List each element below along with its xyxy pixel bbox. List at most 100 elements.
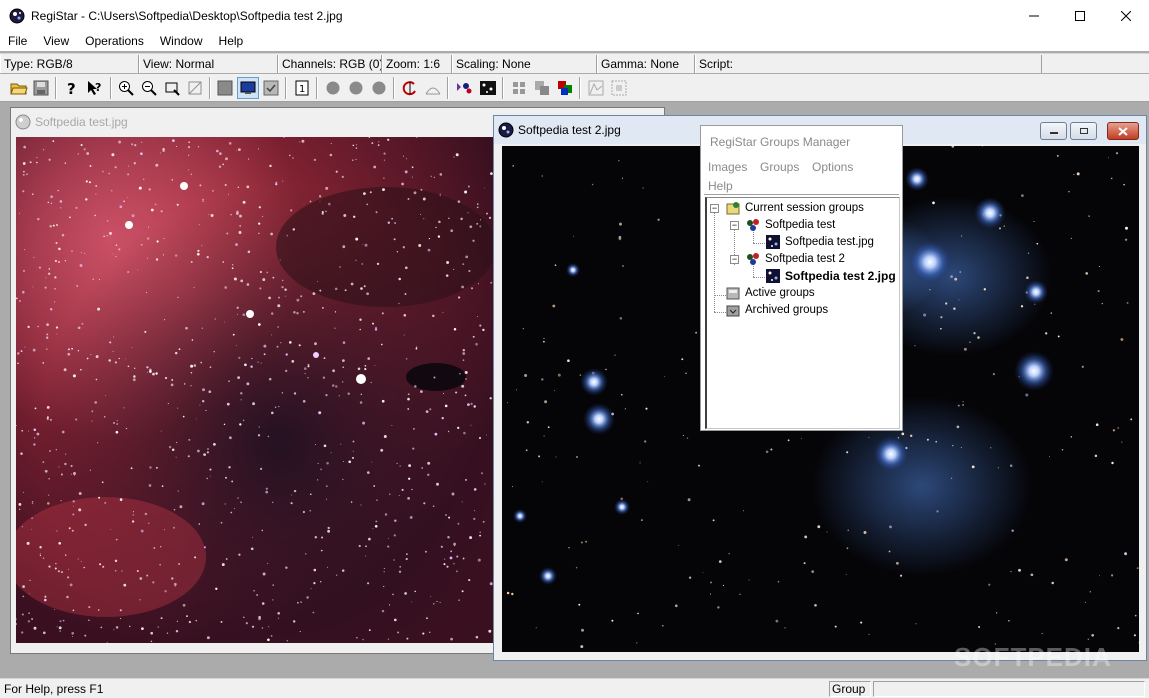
tree-collapse-group2[interactable]: − — [730, 255, 739, 264]
svg-text:1: 1 — [299, 84, 305, 95]
info-scaling: Scaling: None — [452, 54, 597, 73]
rotate-arrow-icon — [402, 81, 416, 96]
rgb-squares-icon — [558, 81, 572, 95]
view-monitor-button[interactable] — [237, 77, 259, 99]
gray-circle-icon — [326, 81, 340, 95]
zoom-out-button[interactable] — [138, 77, 160, 99]
image-window-icon — [15, 114, 31, 130]
image-window-icon — [498, 122, 514, 138]
help-question-icon: ? — [67, 80, 76, 96]
svg-text:?: ? — [67, 80, 76, 96]
menu-file[interactable]: File — [0, 34, 35, 48]
close-icon — [1121, 10, 1131, 21]
channel-green-button[interactable] — [345, 77, 367, 99]
tree-node-group-softpedia-test-2[interactable]: Softpedia test 2 — [745, 250, 845, 267]
view-normal-button[interactable] — [214, 77, 236, 99]
active-groups-icon — [726, 287, 740, 299]
menu-operations[interactable]: Operations — [77, 34, 152, 48]
curve-button[interactable] — [422, 77, 444, 99]
tree-node-image-softpedia-test[interactable]: Softpedia test.jpg — [765, 233, 874, 250]
info-view: View: Normal — [139, 54, 278, 73]
child-close-button[interactable] — [1107, 122, 1139, 140]
status-group-pane: Group — [829, 681, 871, 697]
groups-menu-groups[interactable]: Groups — [760, 160, 799, 174]
help-button[interactable]: ? — [60, 77, 82, 99]
grid-view-button[interactable] — [608, 77, 630, 99]
context-help-button[interactable]: ? — [84, 77, 106, 99]
document-info-icon: 1 — [295, 80, 309, 96]
zoom-in-icon — [119, 81, 134, 96]
channel-blue-button[interactable] — [368, 77, 390, 99]
check-frame-icon — [263, 80, 279, 96]
open-folder-icon — [10, 83, 28, 95]
curve-icon — [425, 87, 441, 95]
minimize-icon — [1049, 132, 1058, 134]
menu-window[interactable]: Window — [152, 34, 211, 48]
nebula-image[interactable] — [16, 137, 493, 643]
group-merge-button[interactable] — [531, 77, 553, 99]
save-disk-icon — [33, 80, 49, 96]
groups-menu-images[interactable]: Images — [708, 160, 747, 174]
zoom-in-button[interactable] — [115, 77, 137, 99]
dotted-grid-icon — [611, 80, 627, 96]
group-add-button[interactable] — [508, 77, 530, 99]
title-bar: RegiStar - C:\Users\Softpedia\Desktop\So… — [0, 0, 1149, 31]
window-title: RegiStar - C:\Users\Softpedia\Desktop\So… — [31, 8, 343, 23]
close-button[interactable] — [1103, 0, 1149, 31]
menu-view[interactable]: View — [35, 34, 77, 48]
context-help-icon: ? — [88, 81, 101, 95]
tree-node-active-groups[interactable]: Active groups — [725, 284, 815, 301]
info-script: Script: — [695, 54, 1042, 73]
info-type: Type: RGB/8 — [0, 54, 139, 73]
stars-align-icon — [457, 83, 472, 94]
groups-menu-help[interactable]: Help — [708, 179, 733, 193]
groups-folder-icon — [726, 201, 740, 214]
histogram-button[interactable] — [585, 77, 607, 99]
info-zoom: Zoom: 1:6 — [382, 54, 452, 73]
close-icon — [1118, 126, 1128, 136]
image-thumbnail-icon — [766, 234, 780, 249]
star-field-icon — [480, 81, 496, 95]
gray-circle-icon — [349, 81, 363, 95]
menu-bar: File View Operations Window Help — [0, 31, 1149, 51]
maximize-button[interactable] — [1057, 0, 1103, 31]
menu-help[interactable]: Help — [211, 34, 252, 48]
gray-square-icon — [217, 80, 233, 96]
grid-gray-icon — [513, 82, 525, 94]
restore-icon — [1079, 128, 1088, 134]
status-empty-pane — [873, 681, 1145, 697]
channel-red-button[interactable] — [322, 77, 344, 99]
tree-collapse-current[interactable]: − — [710, 204, 719, 213]
open-button[interactable] — [8, 77, 30, 99]
tree-node-archived-groups[interactable]: Archived groups — [725, 301, 828, 318]
minimize-button[interactable] — [1011, 0, 1057, 31]
stack-button[interactable] — [477, 77, 499, 99]
align-button[interactable] — [453, 77, 475, 99]
gray-circle-icon — [372, 81, 386, 95]
color-combine-button[interactable] — [554, 77, 576, 99]
groups-manager-panel[interactable]: RegiStar Groups Manager Images Groups Op… — [700, 125, 903, 431]
zoom-rectangle-icon — [165, 82, 180, 96]
view-check-button[interactable] — [260, 77, 282, 99]
child-restore-button[interactable] — [1070, 122, 1097, 140]
groups-tree[interactable]: − Current session groups − Softpedia tes… — [705, 197, 900, 429]
info-channels: Channels: RGB (0) — [278, 54, 382, 73]
image-info-bar: Type: RGB/8 View: Normal Channels: RGB (… — [0, 53, 1149, 73]
child-minimize-button[interactable] — [1040, 122, 1067, 140]
tree-node-image-softpedia-test-2[interactable]: Softpedia test 2.jpg — [765, 267, 896, 284]
zoom-cross-icon — [188, 81, 202, 95]
rotate-button[interactable] — [399, 77, 421, 99]
tree-node-group-softpedia-test[interactable]: Softpedia test — [745, 216, 835, 233]
zoom-fit-button[interactable] — [161, 77, 183, 99]
groups-manager-title: RegiStar Groups Manager — [710, 135, 851, 149]
zoom-reset-button[interactable] — [184, 77, 206, 99]
tree-collapse-group1[interactable]: − — [730, 221, 739, 230]
groups-menu-options[interactable]: Options — [812, 160, 853, 174]
grid-stack-icon — [535, 81, 549, 95]
info-button[interactable]: 1 — [291, 77, 313, 99]
save-button[interactable] — [30, 77, 52, 99]
tree-node-current-session[interactable]: Current session groups — [725, 199, 864, 216]
info-gamma: Gamma: None — [597, 54, 695, 73]
group-stars-icon — [747, 218, 759, 231]
minimize-icon — [1029, 15, 1039, 16]
